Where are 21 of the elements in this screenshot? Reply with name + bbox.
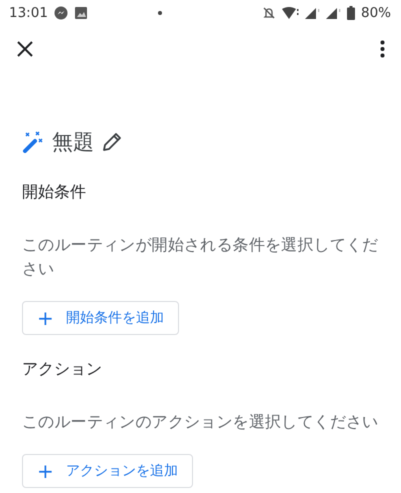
add-button[interactable]: + アクションを追加 [22, 454, 193, 488]
section-description: このルーティンのアクションを選択してください [22, 411, 380, 433]
battery-icon [346, 6, 355, 20]
image-icon [74, 6, 88, 20]
messenger-icon [54, 6, 68, 20]
section-heading: 開始条件 [22, 182, 87, 203]
muted-bell-icon [262, 6, 276, 20]
section-description: このルーティンが開始される条件を選択してください [22, 234, 380, 280]
add-button[interactable]: + 開始条件を追加 [22, 301, 179, 335]
battery-percentage: 80% [360, 5, 391, 21]
notification-dot [158, 11, 162, 15]
magic-wand-icon [22, 131, 44, 153]
section-heading: アクション [22, 359, 103, 380]
routine-title: 無題 [52, 129, 94, 156]
pencil-icon[interactable] [102, 132, 122, 152]
status-time: 13:01 [9, 5, 48, 21]
wifi-icon [282, 6, 299, 20]
signal-icon [326, 6, 341, 20]
signal-icon [304, 6, 320, 20]
close-icon[interactable] [17, 41, 33, 57]
more-options-icon[interactable] [380, 40, 385, 58]
